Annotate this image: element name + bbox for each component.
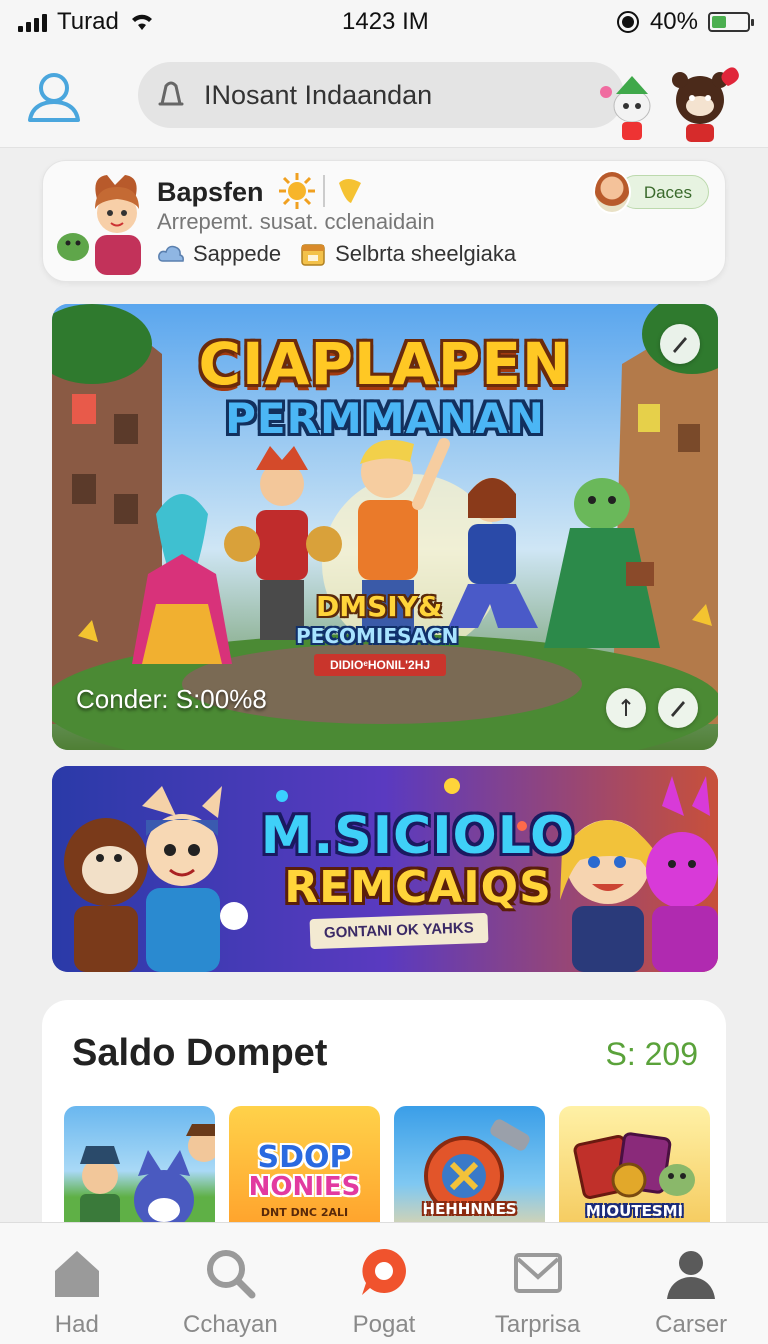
banner-2-title-line-2: REMCAIQS bbox=[284, 862, 552, 913]
thumbnail-3-label: HEHHNNES bbox=[422, 1200, 517, 1218]
meta-item-2: Selbrta sheelgiaka bbox=[299, 241, 516, 267]
meta-item-1: Sappede bbox=[157, 241, 281, 267]
nav-item-search[interactable]: Cchayan bbox=[154, 1223, 308, 1344]
edit-button-bottom[interactable] bbox=[658, 688, 698, 728]
thumbnail-1-art bbox=[80, 1124, 215, 1236]
status-bar: Turad 1423 IM 40% bbox=[0, 0, 768, 44]
banner-2-title-line-1: M.SICIOLO bbox=[260, 806, 576, 866]
app-header: INosant Indaandan bbox=[0, 44, 768, 148]
arrow-up-icon bbox=[621, 698, 631, 716]
chip-label: Daces bbox=[618, 175, 709, 209]
battery-icon bbox=[707, 12, 754, 32]
nav-item-profile[interactable]: Carser bbox=[614, 1223, 768, 1344]
cloud-icon bbox=[158, 245, 184, 262]
nav-label-mail: Tarprisa bbox=[494, 1311, 581, 1338]
banner-1-counter: Conder: S:00%8 bbox=[76, 684, 267, 714]
thumbnail-2-label-3: DNT DNC 2ALI bbox=[260, 1206, 349, 1219]
pen-icon bbox=[673, 337, 687, 353]
wallet-balance: S: 209 bbox=[605, 1036, 698, 1072]
edit-button-top[interactable] bbox=[660, 324, 700, 364]
banner-2-tag: GONTANI OK YAHKS bbox=[309, 912, 489, 950]
nav-item-chat[interactable]: Pogat bbox=[307, 1223, 461, 1344]
nav-label-profile: Carser bbox=[655, 1311, 728, 1338]
game-thumbnail-2[interactable]: SDOP NONIES DNT DNC 2ALI bbox=[229, 1106, 380, 1236]
banner-1-title-line-1: CIAPLAPEN bbox=[198, 330, 572, 398]
nav-label-home: Had bbox=[54, 1311, 99, 1338]
signal-icon bbox=[18, 12, 47, 32]
profile-card[interactable]: Bapsfen Arrepemt. susat. cclenaidain Sap… bbox=[42, 160, 726, 282]
profile-meta-row: Sappede Selbrta sheelgiaka bbox=[157, 241, 516, 267]
thumbnail-2-label-2: NONIES bbox=[248, 1172, 361, 1202]
banner-1-title-line-2: PERMMANAN bbox=[225, 394, 545, 443]
mascot-characters-image bbox=[600, 67, 739, 142]
divider bbox=[323, 175, 325, 207]
sun-icon bbox=[279, 173, 315, 209]
thumbnail-2-label-1: SDOP bbox=[257, 1140, 352, 1175]
calendar-icon bbox=[301, 244, 325, 266]
game-thumbnail-1[interactable] bbox=[64, 1106, 215, 1236]
profile-subtitle: Arrepemt. susat. cclenaidain bbox=[157, 209, 435, 234]
nav-item-home[interactable]: Had bbox=[0, 1223, 154, 1344]
follow-chip[interactable]: Daces bbox=[593, 169, 709, 215]
wifi-icon bbox=[131, 14, 152, 30]
pen-icon bbox=[671, 701, 685, 717]
search-text: INosant Indaandan bbox=[204, 79, 433, 110]
nav-label-chat: Pogat bbox=[352, 1311, 416, 1338]
info-button[interactable] bbox=[606, 688, 646, 728]
featured-game-banner[interactable]: CIAPLAPEN PERMMANAN DMSIY& PECOMIESACN D… bbox=[52, 304, 718, 750]
banner-1-subtitle-line-2: PECOMIESACN bbox=[296, 624, 459, 648]
thumbnail-4-label: MIOUTESMI bbox=[585, 1202, 684, 1220]
user-icon bbox=[667, 1251, 716, 1299]
focus-icon bbox=[616, 11, 639, 33]
wallet-section: Saldo Dompet S: 209 SDOP NONIES DNT DNC … bbox=[42, 1000, 726, 1260]
wave-hand-icon bbox=[339, 179, 361, 203]
search-icon bbox=[207, 1250, 256, 1299]
wallet-title: Saldo Dompet bbox=[72, 1032, 328, 1074]
nav-label-search: Cchayan bbox=[183, 1311, 278, 1338]
status-right: 40% bbox=[616, 8, 754, 36]
meta-text-2: Selbrta sheelgiaka bbox=[335, 241, 517, 266]
carrier-name: Turad bbox=[57, 8, 119, 35]
battery-percent: 40% bbox=[649, 8, 698, 35]
chat-icon bbox=[361, 1249, 406, 1295]
chip-avatar bbox=[593, 170, 631, 214]
mail-icon bbox=[513, 1253, 562, 1293]
meta-text-1: Sappede bbox=[193, 241, 282, 266]
bell-icon bbox=[158, 81, 184, 106]
home-icon bbox=[54, 1251, 99, 1297]
status-left: Turad bbox=[18, 8, 155, 36]
game-thumbnail-row: SDOP NONIES DNT DNC 2ALI HEHHNNES MIOUTE… bbox=[64, 1106, 710, 1236]
search-bar[interactable]: INosant Indaandan bbox=[138, 62, 624, 128]
status-time: 1423 IM bbox=[342, 8, 429, 35]
nav-item-mail[interactable]: Tarprisa bbox=[461, 1223, 615, 1344]
promo-banner[interactable]: M.SICIOLO REMCAIQS GONTANI OK YAHKS bbox=[52, 766, 718, 972]
bottom-navigation: Had Cchayan Pogat Tarprisa Carser bbox=[0, 1222, 768, 1344]
profile-name: Bapsfen bbox=[157, 177, 264, 207]
banner-1-ribbon: DIDIOᵉHONIL'2HJ bbox=[314, 654, 447, 676]
banner-1-subtitle-line-1: DMSIY& bbox=[316, 590, 443, 623]
game-thumbnail-4[interactable]: MIOUTESMI bbox=[559, 1106, 710, 1236]
profile-icon[interactable] bbox=[24, 68, 84, 124]
game-thumbnail-3[interactable]: HEHHNNES bbox=[394, 1106, 545, 1236]
